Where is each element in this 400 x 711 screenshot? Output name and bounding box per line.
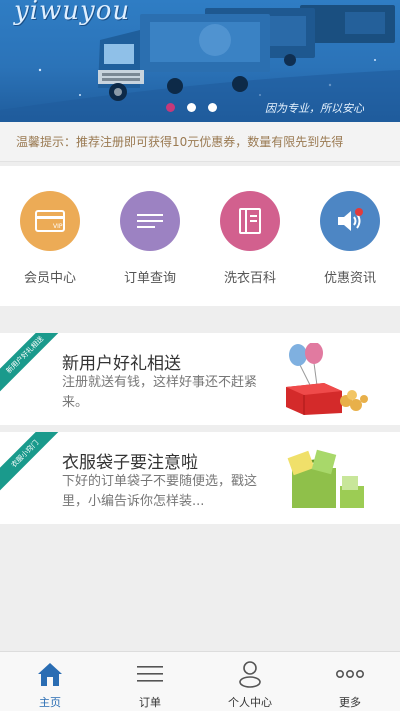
shortcut-label: 会员中心: [23, 271, 76, 286]
promo-banner[interactable]: yiwuyou 因为专业，所以安心: [0, 0, 400, 122]
shortcut-label: 优惠资讯: [323, 271, 376, 286]
shortcut-laundry-wiki[interactable]: 洗衣百科: [200, 166, 300, 306]
card-ribbon: 新用户好礼相送: [0, 333, 70, 400]
tab-home[interactable]: 主页: [0, 652, 100, 711]
list-lines-icon: [120, 191, 180, 251]
card-description: 注册就送有钱，这样好事还不赶紧来。: [62, 375, 258, 410]
book-icon: [220, 191, 280, 251]
home-icon: [37, 660, 63, 688]
person-icon: [238, 660, 262, 688]
card-ribbon: 衣服小窍门: [0, 432, 70, 499]
card-title: 衣服袋子要注意啦: [62, 453, 198, 473]
promo-card-new-user[interactable]: 新用户好礼相送 新用户好礼相送 注册就送有钱，这样好事还不赶紧来。: [0, 333, 400, 425]
promo-card-laundry-bags[interactable]: 衣服小窍门 衣服袋子要注意啦 下好的订单袋子不要随便选，戳这里，小编告诉你怎样装…: [0, 432, 400, 524]
svg-text:VIP: VIP: [53, 223, 63, 230]
laundry-bags-icon: [284, 442, 374, 518]
tab-label: 更多: [339, 696, 361, 709]
bottom-tab-bar: 主页 订单 个人中心 更多: [0, 651, 400, 711]
banner-slogan: 因为专业，所以安心: [265, 102, 364, 115]
tab-label: 订单: [139, 696, 161, 709]
card-title: 新用户好礼相送: [62, 354, 181, 374]
shortcut-label: 订单查询: [123, 271, 176, 286]
vip-card-icon: VIP: [20, 191, 80, 251]
card-description: 下好的订单袋子不要随便选，戳这里，小编告诉你怎样装...: [62, 474, 258, 509]
tab-personal-center[interactable]: 个人中心: [200, 652, 300, 711]
more-dots-icon: [336, 660, 364, 688]
carousel-dot[interactable]: [166, 103, 175, 112]
speaker-icon: [320, 191, 380, 251]
shortcut-promo-news[interactable]: 优惠资讯: [300, 166, 400, 306]
carousel-dot[interactable]: [187, 103, 196, 112]
tab-label: 主页: [39, 696, 61, 709]
gift-box-balloons-icon: [284, 342, 374, 419]
banner-brand: yiwuyou: [14, 0, 131, 26]
menu-lines-icon: [137, 660, 163, 688]
shortcut-order-query[interactable]: 订单查询: [100, 166, 200, 306]
shortcut-grid: VIP 会员中心 订单查询 洗衣百科 优惠资讯: [0, 166, 400, 306]
notice-bar: 温馨提示：推荐注册即可获得10元优惠券，数量有限先到先得: [0, 122, 400, 162]
tab-more[interactable]: 更多: [300, 652, 400, 711]
carousel-dot[interactable]: [208, 103, 217, 112]
tab-orders[interactable]: 订单: [100, 652, 200, 711]
carousel-indicator: [166, 103, 217, 112]
shortcut-member-center[interactable]: VIP 会员中心: [0, 166, 100, 306]
notice-text: 温馨提示：推荐注册即可获得10元优惠券，数量有限先到先得: [16, 135, 344, 149]
tab-label: 个人中心: [228, 696, 272, 709]
shortcut-label: 洗衣百科: [223, 271, 276, 286]
